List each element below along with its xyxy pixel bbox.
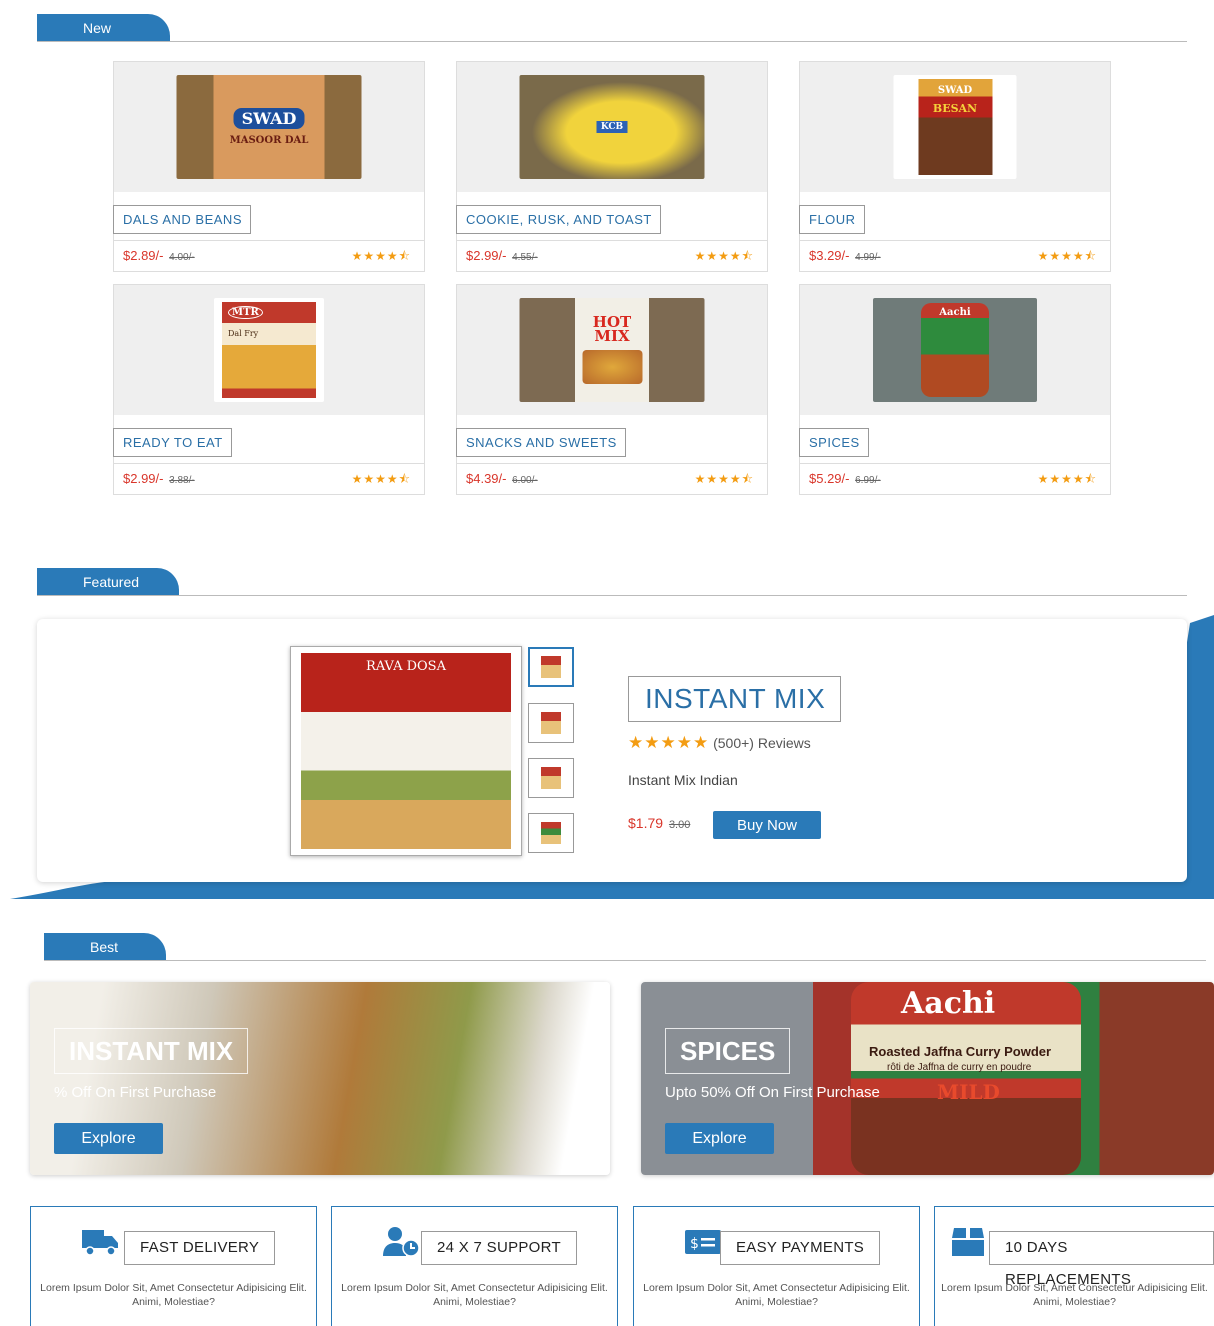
product-image[interactable]: Aachi <box>873 298 1037 402</box>
service-fast-delivery: FAST DELIVERY Lorem Ipsum Dolor Sit, Ame… <box>30 1206 317 1326</box>
product-card-ready-to-eat[interactable]: MTR Dal Fry READY TO EAT $2.99/- 3.88/- … <box>113 284 425 495</box>
product-image[interactable]: SWAD MASOOR DAL <box>176 75 362 179</box>
price: $2.99/- 3.88/- <box>123 471 195 486</box>
buy-now-button[interactable]: Buy Now <box>713 811 821 839</box>
svg-text:$: $ <box>690 1236 699 1252</box>
rating-stars-icon: ★★★★⯪ <box>694 249 754 263</box>
old-price: 4.55/- <box>512 252 538 263</box>
truck-icon <box>79 1225 121 1259</box>
product-card-snacks-and-sweets[interactable]: HOT MIX SNACKS AND SWEETS $4.39/- 6.00/-… <box>456 284 768 495</box>
featured-price: $1.79 3.00 <box>628 815 691 831</box>
price: $5.29/- 6.99/- <box>809 471 881 486</box>
product-image[interactable]: MTR Dal Fry <box>214 298 324 402</box>
section-title-new-arrivals: New Arrivals <box>37 14 170 64</box>
category-label[interactable]: FLOUR <box>799 205 865 234</box>
support-clock-icon <box>380 1225 422 1259</box>
payment-card-icon: $ <box>682 1225 724 1259</box>
service-description: Lorem Ipsum Dolor Sit, Amet Consectetur … <box>941 1282 1208 1308</box>
old-price: 3.88/- <box>169 475 195 486</box>
rating-stars-icon: ★★★★⯪ <box>351 472 411 486</box>
old-price: 6.00/- <box>512 475 538 486</box>
product-card-spices[interactable]: Aachi SPICES $5.29/- 6.99/- ★★★★⯪ <box>799 284 1111 495</box>
thumbnail-1[interactable] <box>528 647 574 687</box>
price: $2.89/- 4.00/- <box>123 248 195 263</box>
price: $2.99/- 4.55/- <box>466 248 538 263</box>
deal-subtitle: Upto 50% Off On First Purchase <box>665 1084 880 1101</box>
service-replacements: 10 DAYS REPLACEMENTS Lorem Ipsum Dolor S… <box>934 1206 1214 1326</box>
explore-button[interactable]: Explore <box>54 1123 163 1154</box>
category-label[interactable]: DALS AND BEANS <box>113 205 251 234</box>
rating-stars-icon: ★★★★⯪ <box>1037 249 1097 263</box>
service-description: Lorem Ipsum Dolor Sit, Amet Consectetur … <box>40 1282 307 1308</box>
deal-subtitle: % Off On First Purchase <box>54 1084 217 1101</box>
product-card-flour[interactable]: SWAD BESAN FLOUR $3.29/- 4.99/- ★★★★⯪ <box>799 61 1111 272</box>
section-title-featured: Featured Product <box>37 568 180 618</box>
price: $4.39/- 6.00/- <box>466 471 538 486</box>
service-label: FAST DELIVERY <box>124 1231 276 1265</box>
deal-banner-spices[interactable]: Aachi Roasted Jaffna Curry Powder rôti d… <box>641 982 1214 1175</box>
category-label[interactable]: SPICES <box>799 428 869 457</box>
section-divider <box>37 41 1187 42</box>
section-divider <box>37 595 1187 596</box>
category-label[interactable]: SNACKS AND SWEETS <box>456 428 626 457</box>
service-label: EASY PAYMENTS <box>720 1231 881 1265</box>
deal-title: INSTANT MIX <box>54 1028 249 1074</box>
product-image[interactable]: HOT MIX <box>519 298 705 402</box>
featured-main-image[interactable]: RAVA DOSA <box>290 646 522 856</box>
rating-stars-icon: ★★★★⯪ <box>351 249 411 263</box>
explore-button[interactable]: Explore <box>665 1123 774 1154</box>
section-title-best-deals: Best Deals <box>44 933 166 983</box>
thumbnail-4[interactable] <box>528 813 574 853</box>
service-label: 10 DAYS REPLACEMENTS <box>989 1231 1214 1288</box>
old-price: 4.99/- <box>855 252 881 263</box>
featured-product-title: INSTANT MIX <box>628 676 842 722</box>
service-support: 24 X 7 SUPPORT Lorem Ipsum Dolor Sit, Am… <box>331 1206 618 1326</box>
price: $3.29/- 4.99/- <box>809 248 881 263</box>
featured-product-panel <box>37 619 1187 882</box>
product-card-dals-and-beans[interactable]: SWAD MASOOR DAL DALS AND BEANS $2.89/- 4… <box>113 61 425 272</box>
service-description: Lorem Ipsum Dolor Sit, Amet Consectetur … <box>643 1282 910 1308</box>
product-image-area: SWAD MASOOR DAL <box>114 62 424 192</box>
rating-stars-icon: ★★★★⯪ <box>1037 472 1097 486</box>
rating-stars-icon: ★★★★★ <box>628 733 710 752</box>
old-price: 4.00/- <box>169 252 195 263</box>
thumbnail-2[interactable] <box>528 703 574 743</box>
deal-title: SPICES <box>665 1028 791 1074</box>
category-label[interactable]: READY TO EAT <box>113 428 232 457</box>
thumbnail-3[interactable] <box>528 758 574 798</box>
service-easy-payments: $ EASY PAYMENTS Lorem Ipsum Dolor Sit, A… <box>633 1206 920 1326</box>
rating-stars-icon: ★★★★⯪ <box>694 472 754 486</box>
featured-rating: ★★★★★ (500+) Reviews <box>628 733 811 753</box>
section-divider <box>44 960 1206 961</box>
deal-banner-instant-mix[interactable]: INSTANT MIX % Off On First Purchase Expl… <box>30 982 610 1175</box>
review-count: (500+) Reviews <box>713 735 811 751</box>
old-price: 3.00 <box>668 819 691 831</box>
product-image[interactable]: KCB <box>519 75 705 179</box>
service-description: Lorem Ipsum Dolor Sit, Amet Consectetur … <box>341 1282 608 1308</box>
product-card-cookie-rusk-toast[interactable]: KCB COOKIE, RUSK, AND TOAST $2.99/- 4.55… <box>456 61 768 272</box>
box-icon <box>947 1225 989 1259</box>
featured-description: Instant Mix Indian <box>628 772 738 788</box>
spice-package-image: Aachi Roasted Jaffna Curry Powder rôti d… <box>851 982 1081 1175</box>
product-image[interactable]: SWAD BESAN <box>893 75 1017 179</box>
category-label[interactable]: COOKIE, RUSK, AND TOAST <box>456 205 661 234</box>
service-label: 24 X 7 SUPPORT <box>421 1231 577 1265</box>
old-price: 6.99/- <box>855 475 881 486</box>
